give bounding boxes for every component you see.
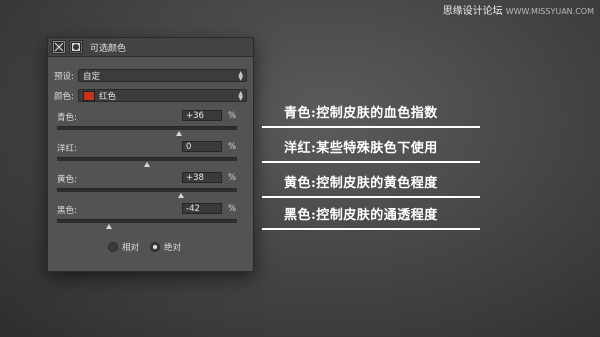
- radio-relative[interactable]: 相对: [108, 241, 139, 253]
- colors-row: 颜色: 红色 ▲ ▼: [54, 89, 247, 102]
- annotation-yellow: 黄色:控制皮肤的黄色程度: [262, 172, 480, 198]
- magenta-percent: %: [228, 142, 237, 152]
- yellow-slider-track[interactable]: [57, 188, 237, 198]
- annotation-cyan: 青色:控制皮肤的血色指数: [262, 102, 480, 128]
- magenta-slider-thumb[interactable]: [144, 162, 150, 167]
- method-radio-group: 相对 绝对: [108, 241, 187, 253]
- selective-color-panel: 可选颜色 预设: 自定 ▲ ▼ 颜色: 红色 ▲ ▼ 青色: +36 % 洋红: 0…: [47, 37, 254, 272]
- cyan-slider-track[interactable]: [57, 126, 237, 136]
- black-slider-track[interactable]: [57, 219, 237, 229]
- radio-relative-label: 相对: [122, 243, 140, 253]
- annotation-underline: [262, 228, 480, 230]
- black-slider-thumb[interactable]: [106, 224, 113, 229]
- magenta-label: 洋红:: [57, 144, 77, 154]
- mask-icon[interactable]: [69, 40, 83, 54]
- annotation-black-text: 黑色:控制皮肤的通透程度: [284, 208, 438, 223]
- annotation-underline: [262, 126, 480, 128]
- annotation-magenta: 洋红:某些特殊肤色下使用: [262, 137, 480, 163]
- cyan-slider-thumb[interactable]: [176, 131, 183, 136]
- colors-value: 红色: [99, 91, 117, 102]
- preset-row: 预设: 自定 ▲ ▼: [54, 69, 247, 82]
- yellow-label: 黄色:: [57, 175, 77, 185]
- annotation-underline: [262, 196, 480, 198]
- annotation-underline: [262, 161, 480, 163]
- dropdown-arrows-icon: ▲ ▼: [238, 69, 243, 82]
- yellow-input[interactable]: +38: [182, 172, 222, 183]
- annotation-yellow-text: 黄色:控制皮肤的黄色程度: [284, 176, 438, 191]
- black-percent: %: [228, 204, 237, 214]
- black-label: 黑色:: [57, 206, 77, 216]
- watermark-text: 思缘设计论坛: [442, 6, 503, 17]
- yellow-percent: %: [228, 173, 237, 183]
- watermark-site: WWW.MISSYUAN.COM: [505, 7, 594, 16]
- annotation-black: 黑色:控制皮肤的通透程度: [262, 204, 480, 230]
- adjustment-layer-icon[interactable]: [52, 40, 66, 54]
- color-swatch: [83, 90, 95, 101]
- magenta-input[interactable]: 0: [182, 141, 222, 152]
- preset-value: 自定: [83, 71, 101, 82]
- preset-dropdown[interactable]: 自定 ▲ ▼: [78, 69, 247, 82]
- cyan-percent: %: [228, 111, 237, 121]
- radio-absolute[interactable]: 绝对: [150, 241, 181, 253]
- magenta-slider-track[interactable]: [57, 157, 237, 167]
- cyan-label: 青色:: [57, 113, 77, 123]
- cyan-input[interactable]: +36: [182, 110, 222, 121]
- preset-label: 预设:: [54, 71, 74, 82]
- yellow-slider-thumb[interactable]: [178, 193, 185, 198]
- panel-header: 可选颜色: [48, 38, 253, 57]
- radio-absolute-circle[interactable]: [150, 242, 161, 252]
- panel-title: 可选颜色: [90, 43, 127, 54]
- annotation-magenta-text: 洋红:某些特殊肤色下使用: [284, 141, 438, 156]
- dropdown-arrows-icon: ▲ ▼: [238, 89, 243, 102]
- watermark: 思缘设计论坛 WWW.MISSYUAN.COM: [443, 2, 594, 17]
- black-input[interactable]: -42: [182, 203, 222, 214]
- colors-label: 颜色:: [54, 91, 74, 102]
- radio-absolute-label: 绝对: [164, 243, 182, 253]
- annotation-cyan-text: 青色:控制皮肤的血色指数: [284, 106, 438, 121]
- radio-relative-circle[interactable]: [108, 242, 118, 252]
- colors-dropdown[interactable]: 红色 ▲ ▼: [78, 89, 247, 102]
